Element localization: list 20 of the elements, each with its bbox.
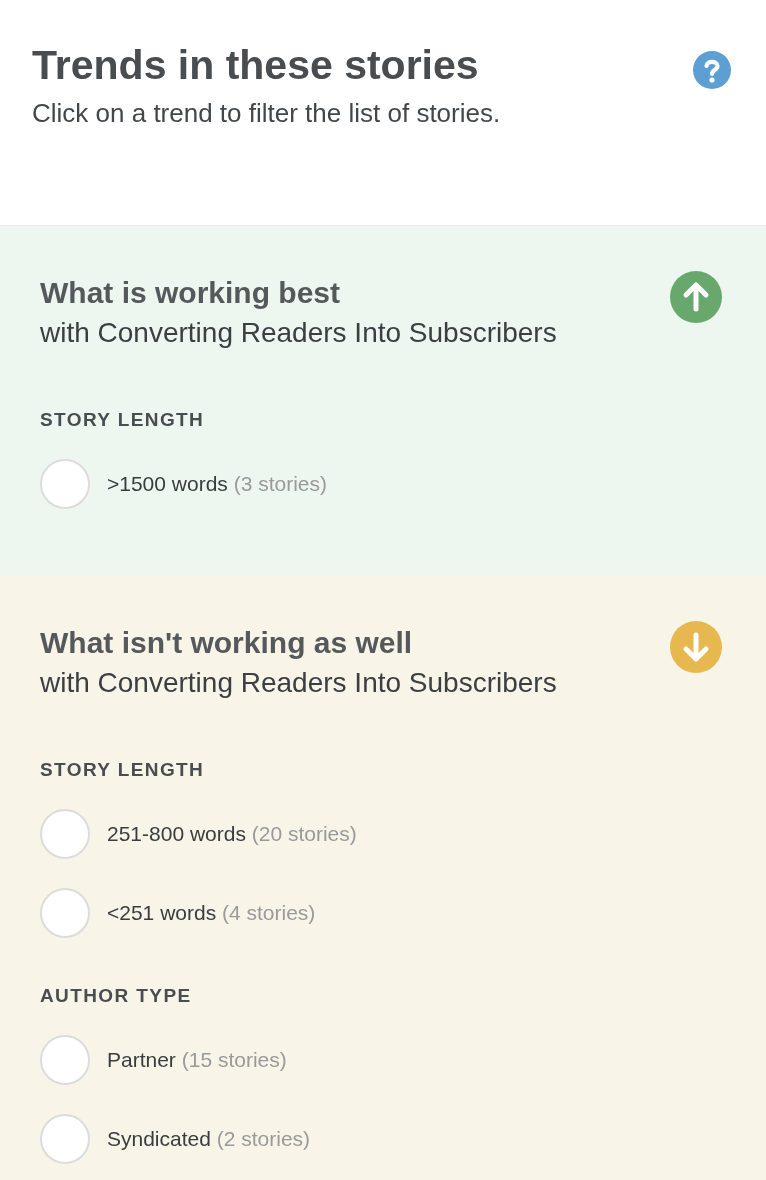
group-heading: STORY LENGTH: [40, 408, 206, 432]
panel-title: Trends in these stories: [32, 41, 480, 90]
radio-button[interactable]: [40, 1114, 90, 1164]
group-heading: AUTHOR TYPE: [40, 984, 193, 1008]
option-label[interactable]: Syndicated (2 stories): [107, 1124, 311, 1154]
section-subtitle: with Converting Readers Into Subscribers: [40, 666, 558, 700]
option-label[interactable]: 251-800 words (20 stories): [107, 819, 357, 849]
section-title: What is working best: [40, 275, 342, 311]
option-label[interactable]: Partner (15 stories): [107, 1045, 287, 1075]
help-icon[interactable]: [693, 51, 731, 89]
option-label[interactable]: >1500 words (3 stories): [107, 469, 328, 499]
radio-button[interactable]: [40, 1035, 90, 1085]
group-heading: STORY LENGTH: [40, 758, 206, 782]
option-label[interactable]: <251 words (4 stories): [107, 898, 316, 928]
radio-button[interactable]: [40, 888, 90, 938]
panel-subtitle: Click on a trend to filter the list of stories.: [32, 97, 502, 130]
section-title: What isn't working as well: [40, 625, 414, 661]
radio-button[interactable]: [40, 809, 90, 859]
radio-button[interactable]: [40, 459, 90, 509]
section-subtitle: with Converting Readers Into Subscribers: [40, 316, 558, 350]
